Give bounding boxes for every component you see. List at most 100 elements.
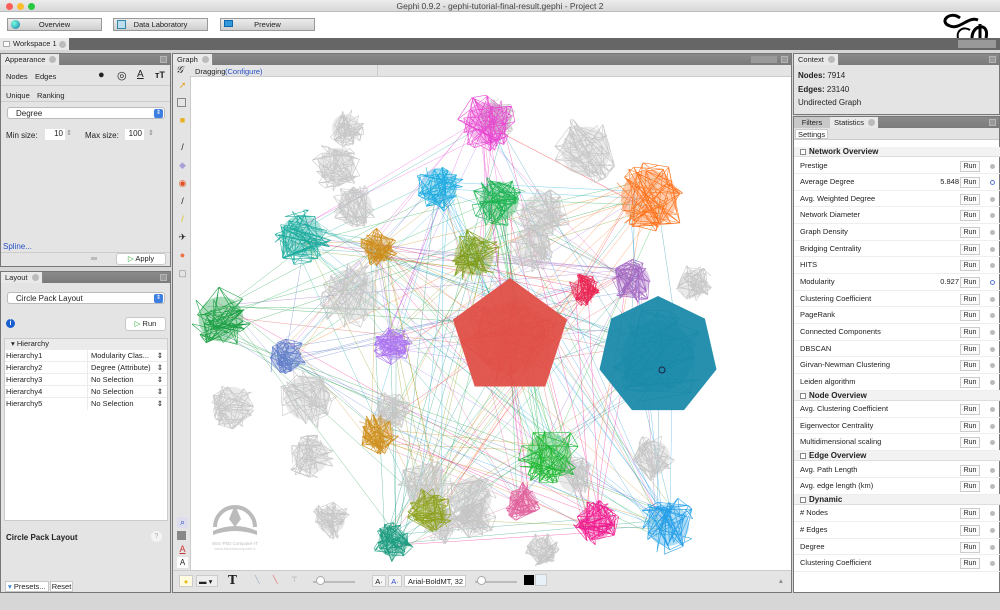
- min-size-input[interactable]: 10: [45, 129, 65, 140]
- context-tab[interactable]: Context: [794, 54, 839, 65]
- presets-button[interactable]: ▾ Presets...: [5, 581, 49, 592]
- help-icon[interactable]: ?: [151, 531, 162, 542]
- label-font-icon[interactable]: A: [177, 557, 188, 568]
- zoom-icon[interactable]: ⌕: [177, 517, 188, 528]
- edge-tool-icon[interactable]: ╲: [255, 575, 260, 584]
- drag-handle[interactable]: [91, 257, 97, 260]
- run-button[interactable]: Run: [960, 260, 980, 272]
- preview-button[interactable]: Preview: [220, 18, 315, 31]
- max-size-input[interactable]: 100: [125, 129, 144, 140]
- text-tool-icon[interactable]: T: [228, 573, 237, 587]
- label-color-icon[interactable]: A: [137, 69, 144, 80]
- collapse-icon[interactable]: [800, 149, 806, 155]
- painter-icon[interactable]: ◉: [177, 178, 188, 189]
- node-label-size-button[interactable]: A·: [372, 575, 386, 587]
- diamond-icon[interactable]: ◆: [177, 160, 188, 171]
- label-size-slider-thumb[interactable]: [477, 576, 486, 585]
- configure-link[interactable]: (Configure): [225, 67, 263, 76]
- unique-tab[interactable]: Unique: [6, 91, 30, 100]
- workspace-nav-buttons[interactable]: [958, 40, 996, 48]
- layout-algorithm-select[interactable]: Circle Pack Layout ⇕: [7, 292, 165, 304]
- layout-tab[interactable]: Layout: [1, 272, 43, 283]
- minimize-window-button[interactable]: [17, 3, 24, 10]
- ranking-tab[interactable]: Ranking: [37, 91, 65, 100]
- run-button[interactable]: Run: [960, 464, 980, 476]
- min-size-stepper[interactable]: ⇕: [66, 129, 72, 137]
- run-button[interactable]: Run: [960, 327, 980, 338]
- minimize-panel-button[interactable]: [781, 56, 788, 63]
- run-button[interactable]: Run: [960, 481, 980, 493]
- label-color-icon[interactable]: A: [177, 544, 188, 555]
- run-button[interactable]: Run: [960, 558, 980, 570]
- apply-button[interactable]: ▷ Apply: [116, 253, 166, 265]
- run-button[interactable]: Run: [960, 360, 980, 372]
- tab-scroll-buttons[interactable]: [751, 56, 777, 63]
- run-button[interactable]: Run: [960, 376, 980, 388]
- minimize-panel-button[interactable]: [160, 274, 167, 281]
- minimize-panel-button[interactable]: [989, 119, 996, 126]
- stats-group-header[interactable]: Node Overview: [794, 390, 1000, 401]
- rectangle-select-icon[interactable]: [177, 98, 186, 107]
- collapse-icon[interactable]: [800, 453, 806, 460]
- stats-group-header[interactable]: Dynamic: [794, 494, 1000, 505]
- heat-map-icon[interactable]: ●: [177, 250, 188, 261]
- run-button[interactable]: Run: [960, 343, 980, 355]
- nodes-tab[interactable]: Nodes: [6, 72, 28, 81]
- run-layout-button[interactable]: ▷ Run: [125, 317, 166, 331]
- run-button[interactable]: Run: [960, 310, 980, 322]
- run-button[interactable]: Run: [960, 277, 980, 289]
- close-window-button[interactable]: [6, 3, 13, 10]
- hierarchy-section[interactable]: ▾ Hierarchy: [5, 339, 167, 349]
- workspace-tab[interactable]: Workspace 1: [0, 38, 69, 50]
- edge-color-icon[interactable]: ╲: [273, 575, 278, 584]
- shortest-path-icon[interactable]: ✈: [177, 232, 188, 243]
- label-font-button[interactable]: Arial-BoldMT, 32: [404, 575, 466, 587]
- stats-group-header[interactable]: Network Overview: [794, 147, 1000, 157]
- data-laboratory-button[interactable]: Data Laboratory: [113, 18, 208, 31]
- drag-hand-icon[interactable]: ■: [177, 115, 188, 126]
- appearance-tab[interactable]: Appearance: [1, 54, 61, 65]
- collapse-icon[interactable]: [800, 496, 806, 503]
- select-arrow-icon[interactable]: ➚: [177, 80, 188, 91]
- settings-button[interactable]: Settings: [795, 129, 829, 139]
- collapse-icon[interactable]: [800, 392, 806, 399]
- overview-button[interactable]: Overview: [7, 18, 102, 31]
- run-button[interactable]: Run: [960, 437, 980, 449]
- label-attributes-icon[interactable]: [535, 574, 547, 586]
- max-size-stepper[interactable]: ⇕: [148, 129, 154, 137]
- close-tab-icon[interactable]: [49, 56, 57, 63]
- filters-tab[interactable]: Filters: [794, 117, 830, 128]
- brush-icon[interactable]: /: [177, 142, 188, 153]
- run-button[interactable]: Run: [960, 193, 980, 205]
- edge-scale-slider-thumb[interactable]: [316, 576, 325, 585]
- screenshot-dropdown[interactable]: ▬ ▾: [196, 575, 218, 587]
- stats-group-header[interactable]: Edge Overview: [794, 451, 1000, 462]
- edge-pencil-icon[interactable]: /: [177, 214, 188, 225]
- report-info-icon[interactable]: [990, 180, 995, 186]
- close-tab-icon[interactable]: [31, 274, 39, 281]
- edges-tab[interactable]: Edges: [35, 72, 56, 81]
- reset-button[interactable]: Reset: [50, 581, 73, 592]
- color-palette-icon[interactable]: ●: [98, 69, 105, 81]
- run-button[interactable]: Run: [960, 177, 980, 189]
- ranking-attribute-select[interactable]: Degree ⇕: [7, 107, 165, 119]
- edit-node-icon[interactable]: ▢: [177, 268, 188, 279]
- close-workspace-icon[interactable]: [59, 40, 66, 48]
- run-button[interactable]: Run: [960, 420, 980, 432]
- run-button[interactable]: Run: [960, 404, 980, 416]
- close-tab-icon[interactable]: [827, 56, 835, 63]
- report-info-icon[interactable]: [990, 280, 995, 286]
- edge-weight-icon[interactable]: ⊤: [291, 575, 298, 584]
- run-button[interactable]: Run: [960, 243, 980, 255]
- run-button[interactable]: Run: [960, 508, 980, 520]
- light-bulb-icon[interactable]: ●: [179, 575, 193, 587]
- run-button[interactable]: Run: [960, 210, 980, 222]
- expand-toolbar-icon[interactable]: ▴: [779, 576, 783, 585]
- label-color-swatch[interactable]: [524, 575, 534, 585]
- statistics-tab[interactable]: Statistics: [830, 117, 880, 128]
- run-button[interactable]: Run: [960, 227, 980, 239]
- background-color-icon[interactable]: [177, 531, 186, 540]
- label-size-icon[interactable]: тT: [155, 70, 165, 80]
- edge-label-size-button[interactable]: A·: [388, 575, 402, 587]
- graph-tab[interactable]: Graph: [173, 54, 213, 65]
